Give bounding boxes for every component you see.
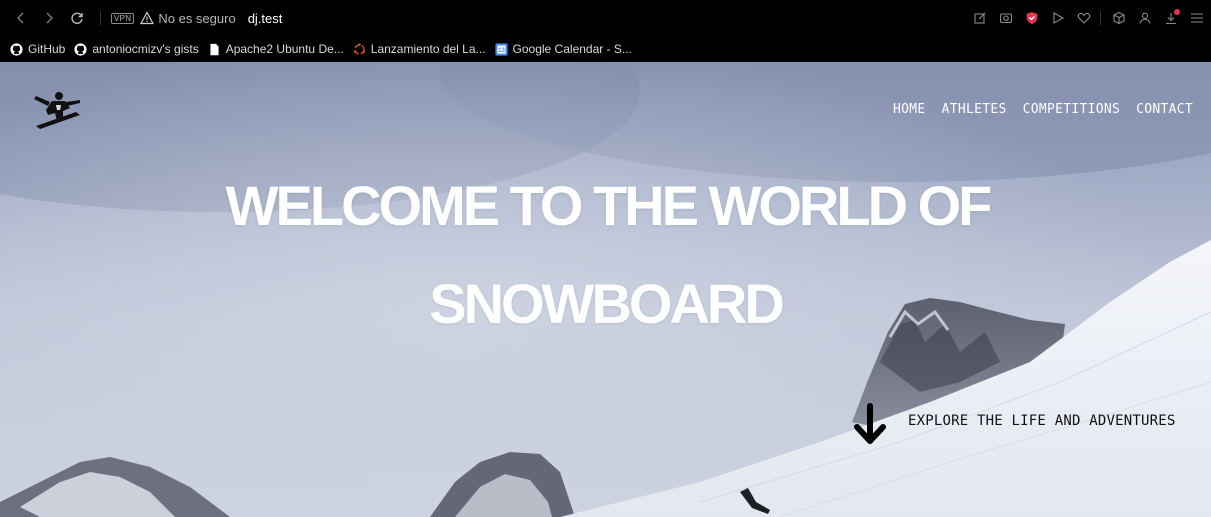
site-navigation: HOME ATHLETES COMPETITIONS CONTACT [893,102,1193,117]
bookmark-ubuntu[interactable]: Lanzamiento del La... [353,42,486,56]
security-status[interactable]: No es seguro [158,11,235,26]
calendar-icon: 13 [494,42,508,56]
warning-triangle-icon[interactable] [140,11,155,25]
snowboarder-logo-icon[interactable] [30,88,86,132]
toolbar-divider [1100,11,1101,25]
toolbar-divider [100,11,101,25]
bookmark-label: antoniocmizv's gists [92,42,199,56]
address-bar-url[interactable]: dj.test [248,11,283,26]
hero-title-line2: SNOWBOARD [429,272,785,335]
github-icon [74,42,87,56]
nav-link-home[interactable]: HOME [893,102,926,117]
ubuntu-icon [353,42,365,55]
bookmark-github[interactable]: GitHub [10,42,65,56]
heart-icon[interactable] [1072,6,1096,30]
play-icon[interactable] [1046,6,1070,30]
github-icon [10,42,23,56]
bookmark-label: Apache2 Ubuntu De... [225,42,344,56]
bookmark-label: Google Calendar - S... [512,42,632,56]
toolbar-right-icons [966,0,1211,36]
forward-arrow-icon[interactable] [38,7,60,29]
profile-icon[interactable] [1133,6,1157,30]
shield-icon[interactable] [1020,6,1044,30]
menu-icon[interactable] [1185,6,1209,30]
vpn-badge[interactable]: VPN [111,12,135,24]
back-arrow-icon[interactable] [10,7,32,29]
hero-title-line1: WELCOME TO THE WORLD OF [225,174,993,237]
down-arrow-icon[interactable] [852,403,888,447]
nav-link-contact[interactable]: CONTACT [1136,102,1193,117]
bookmarks-bar: GitHub antoniocmizv's gists Apache2 Ubun… [0,36,1211,62]
nav-link-competitions[interactable]: COMPETITIONS [1023,102,1121,117]
download-icon[interactable] [1159,6,1183,30]
screenshot-icon[interactable] [994,6,1018,30]
calendar-icon-text: 13 [498,47,505,54]
reload-icon[interactable] [66,7,88,29]
document-icon [210,43,219,55]
bookmark-apache[interactable]: Apache2 Ubuntu De... [208,42,344,56]
cube-icon[interactable] [1107,6,1131,30]
explore-tagline[interactable]: EXPLORE THE LIFE AND ADVENTURES [908,413,1176,429]
nav-link-athletes[interactable]: ATHLETES [942,102,1007,117]
browser-toolbar: VPN No es seguro dj.test [0,0,1211,36]
bookmark-gists[interactable]: antoniocmizv's gists [74,42,199,56]
bookmark-label: Lanzamiento del La... [370,42,486,56]
edit-icon[interactable] [968,6,992,30]
bookmark-google-calendar[interactable]: 13 Google Calendar - S... [494,42,632,56]
notification-dot [1174,9,1180,15]
page-viewport: HOME ATHLETES COMPETITIONS CONTACT WELCO… [0,62,1211,517]
bookmark-label: GitHub [28,42,66,56]
